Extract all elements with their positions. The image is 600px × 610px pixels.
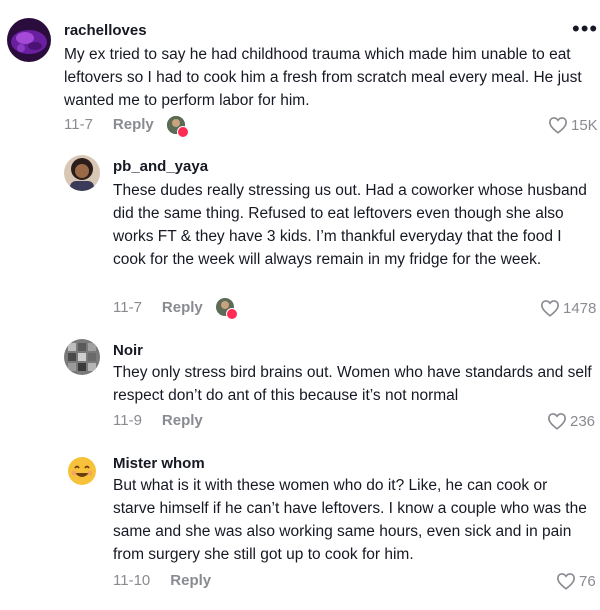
like-count: 1478 <box>563 299 597 317</box>
comment-username[interactable]: rachelloves <box>64 22 147 39</box>
reply-button[interactable]: Reply <box>113 116 154 133</box>
more-horizontal-icon[interactable]: ••• <box>572 18 598 40</box>
comment-meta: 11-9 Reply <box>113 412 203 429</box>
like-button[interactable]: 236 <box>547 412 595 430</box>
heart-outline-icon <box>548 117 568 134</box>
comment-meta: 11-7 Reply <box>64 116 154 133</box>
comment-text: These dudes really stressing us out. Had… <box>113 182 587 268</box>
comment-text: But what is it with these women who do i… <box>113 477 587 563</box>
comment-text: They only stress bird brains out. Women … <box>113 364 592 404</box>
comment-date: 11-7 <box>113 299 142 316</box>
user-avatar[interactable] <box>64 339 100 375</box>
like-count: 15K <box>571 116 598 134</box>
like-button[interactable]: 15K <box>548 116 598 134</box>
heart-outline-icon <box>547 413 567 430</box>
heart-outline-icon <box>556 573 576 590</box>
user-avatar[interactable] <box>64 155 100 191</box>
heart-badge-icon <box>177 126 189 138</box>
reply-button[interactable]: Reply <box>170 572 211 589</box>
comment-date: 11-9 <box>113 412 142 429</box>
comment-username[interactable]: Mister whom <box>113 455 205 472</box>
like-button[interactable]: 1478 <box>540 299 596 317</box>
reply-button[interactable]: Reply <box>162 412 203 429</box>
heart-badge-icon <box>226 308 238 320</box>
like-count: 236 <box>570 412 596 430</box>
comment-meta: 11-10 Reply <box>113 572 211 589</box>
like-count: 76 <box>579 572 596 590</box>
comment-username[interactable]: pb_and_yaya <box>113 158 208 175</box>
comment-date: 11-10 <box>113 572 151 589</box>
comment-meta: 11-7 Reply <box>113 299 203 316</box>
comment-username[interactable]: Noir <box>113 342 143 359</box>
reply-button[interactable]: Reply <box>162 299 203 316</box>
user-avatar[interactable] <box>64 452 100 488</box>
comment-date: 11-7 <box>64 116 93 133</box>
heart-outline-icon <box>540 300 560 317</box>
user-avatar[interactable] <box>7 18 51 62</box>
comment-text: My ex tried to say he had childhood trau… <box>64 46 582 109</box>
like-button[interactable]: 76 <box>556 572 596 590</box>
